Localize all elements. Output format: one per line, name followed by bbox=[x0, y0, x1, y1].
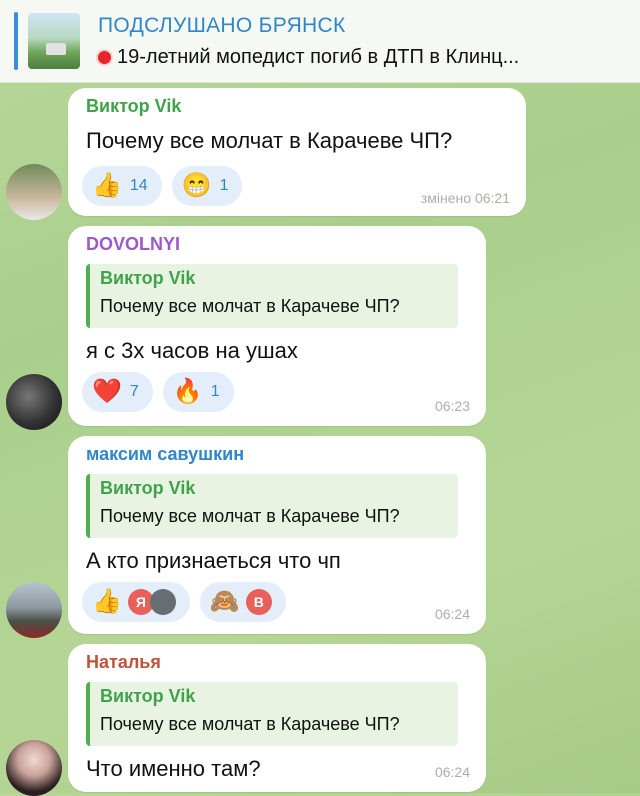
sender-name[interactable]: максим савушкин bbox=[86, 444, 244, 465]
avatar-dovolnyi[interactable] bbox=[6, 374, 62, 430]
reactions-row: 👍 14 😁 1 bbox=[82, 166, 243, 206]
reaction-count: 1 bbox=[210, 383, 220, 400]
heart-icon: ❤️ bbox=[92, 378, 122, 405]
thumbs-up-icon: 👍 bbox=[92, 588, 122, 615]
message-text: А кто признаеться что чп bbox=[86, 548, 341, 573]
message-time: 06:23 bbox=[434, 398, 470, 414]
reaction-count: 7 bbox=[129, 383, 139, 400]
reaction-count: 1 bbox=[219, 177, 229, 194]
thumbs-up-icon: 👍 bbox=[92, 172, 122, 199]
see-no-evil-monkey-icon: 🙈 bbox=[209, 588, 240, 615]
message-time: 06:24 bbox=[434, 606, 470, 622]
reaction-heart[interactable]: ❤️ 7 bbox=[82, 372, 153, 412]
reaction-fire[interactable]: 🔥 1 bbox=[162, 372, 234, 412]
message-time: 06:24 bbox=[434, 764, 470, 780]
reaction-thumbs-up[interactable]: 👍 14 bbox=[82, 166, 162, 206]
reply-text: Почему все молчат в Карачеве ЧП? bbox=[100, 506, 400, 526]
sender-name[interactable]: Наталья bbox=[86, 652, 161, 673]
reply-quote[interactable]: Виктор Vik Почему все молчат в Карачеве … bbox=[86, 264, 458, 328]
reactions-row: 👍 Я 🙈 В bbox=[82, 582, 286, 622]
pinned-message-bar[interactable]: ПОДСЛУШАНО БРЯНСК 19-летний мопедист пог… bbox=[0, 0, 640, 83]
avatar-viktor[interactable] bbox=[6, 164, 62, 220]
pinned-thumbnail bbox=[28, 13, 80, 69]
reply-sender: Виктор Vik bbox=[100, 478, 196, 498]
grin-icon: 😁 bbox=[181, 172, 212, 199]
pinned-text-row: 19-летний мопедист погиб в ДТП в Клинц..… bbox=[98, 46, 519, 69]
reply-text: Почему все молчат в Карачеве ЧП? bbox=[100, 714, 400, 734]
reply-quote[interactable]: Виктор Vik Почему все молчат в Карачеве … bbox=[86, 682, 458, 746]
reaction-count: 14 bbox=[129, 177, 148, 194]
message-bubble: DOVOLNYI Виктор Vik Почему все молчат в … bbox=[68, 226, 486, 426]
avatar-natalya[interactable] bbox=[6, 740, 62, 796]
reactions-row: ❤️ 7 🔥 1 bbox=[82, 372, 234, 412]
message-text: Что именно там? bbox=[86, 756, 261, 781]
reaction-monkey[interactable]: 🙈 В bbox=[199, 582, 286, 622]
pinned-text: 19-летний мопедист погиб в ДТП в Клинц..… bbox=[117, 46, 520, 68]
message-bubble: Виктор Vik Почему все молчат в Карачеве … bbox=[68, 88, 526, 216]
message-bubble: Наталья Виктор Vik Почему все молчат в К… bbox=[68, 644, 486, 792]
sender-name[interactable]: DOVOLNYI bbox=[86, 234, 180, 255]
reactor-avatar: В bbox=[245, 589, 272, 615]
pinned-channel-name: ПОДСЛУШАНО БРЯНСК bbox=[98, 14, 346, 37]
red-circle-icon bbox=[98, 51, 111, 65]
reply-text: Почему все молчат в Карачеве ЧП? bbox=[100, 296, 400, 316]
message-bubble: максим савушкин Виктор Vik Почему все мо… bbox=[68, 436, 486, 634]
reply-quote[interactable]: Виктор Vik Почему все молчат в Карачеве … bbox=[86, 474, 458, 538]
message-time: змінено 06:21 bbox=[420, 190, 510, 206]
reply-sender: Виктор Vik bbox=[100, 686, 196, 706]
reaction-thumbs-up[interactable]: 👍 Я bbox=[82, 582, 190, 622]
fire-icon: 🔥 bbox=[172, 378, 203, 405]
sender-name[interactable]: Виктор Vik bbox=[86, 96, 181, 117]
avatar-maksim[interactable] bbox=[6, 582, 62, 638]
message-text: Почему все молчат в Карачеве ЧП? bbox=[86, 128, 453, 153]
pinned-indicator bbox=[14, 12, 18, 70]
message-text: я с 3х часов на ушах bbox=[86, 338, 298, 363]
reactor-avatar bbox=[149, 589, 176, 615]
reply-sender: Виктор Vik bbox=[100, 268, 196, 288]
reaction-grin[interactable]: 😁 1 bbox=[171, 166, 243, 206]
